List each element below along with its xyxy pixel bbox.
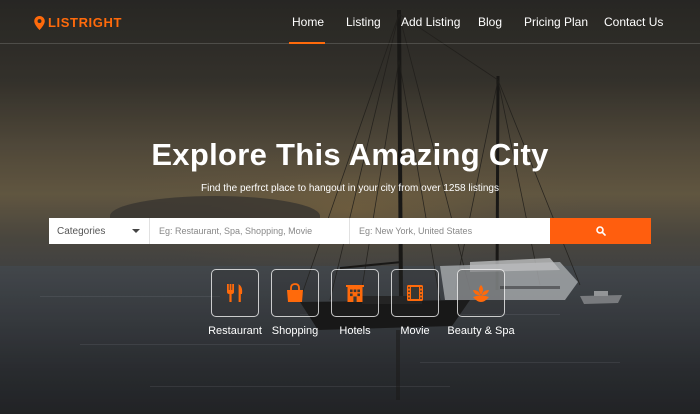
hotel-building-icon [346,285,364,302]
brand-name: LISTRIGHT [48,15,123,30]
hero-title: Explore This Amazing City [151,137,549,172]
shopping-bag-icon [287,283,303,302]
fork-knife-icon [227,284,243,302]
nav-listing[interactable]: Listing [346,15,381,29]
lotus-icon [473,285,489,302]
category-label: Beauty & Spa [447,325,515,337]
category-select-value: Categories [57,226,106,237]
nav-active-indicator [289,42,325,44]
location-search-input[interactable] [350,218,550,244]
nav-blog[interactable]: Blog [478,15,502,29]
film-icon [407,285,423,301]
nav-contact-us[interactable]: Contact Us [604,15,663,29]
map-pin-icon [34,15,45,30]
nav-add-listing[interactable]: Add Listing [401,15,460,29]
search-button[interactable] [550,218,651,244]
category-select[interactable]: Categories [49,218,150,244]
search-bar: Categories [49,218,651,244]
category-list: Restaurant Shopping Hotels Movie Beauty … [0,269,700,339]
hero-background-image [0,0,700,414]
keyword-search-input[interactable] [150,218,350,244]
chevron-down-icon [132,229,140,233]
site-header: LISTRIGHT Home Listing Add Listing Blog … [0,0,700,44]
search-icon [595,226,606,236]
brand-logo[interactable]: LISTRIGHT [34,15,122,30]
nav-home[interactable]: Home [292,15,324,29]
category-beauty-spa[interactable]: Beauty & Spa [446,269,516,339]
hero-subtitle: Find the perfrct place to hangout in you… [201,183,499,194]
nav-pricing-plan[interactable]: Pricing Plan [524,15,588,29]
